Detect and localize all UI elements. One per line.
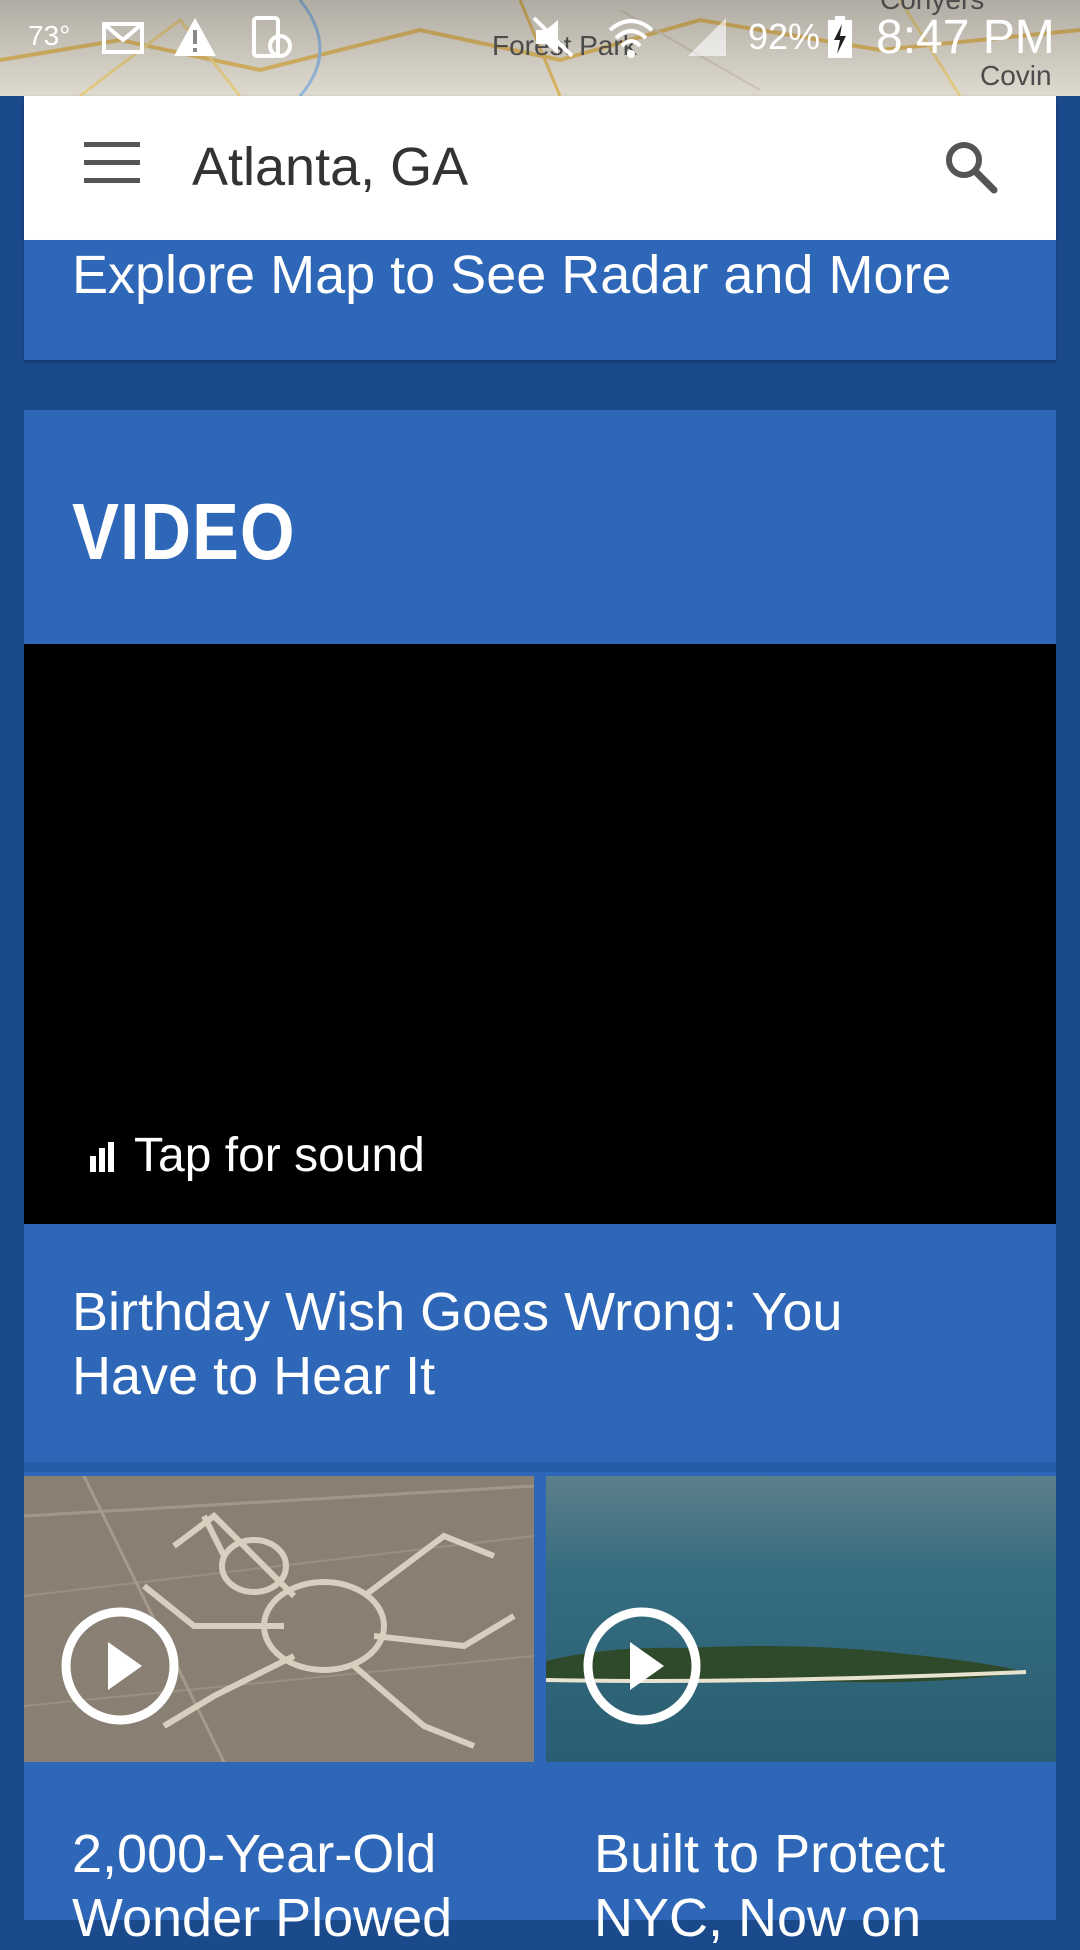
explore-map-card[interactable]: Explore Map to See Radar and More bbox=[24, 240, 1056, 360]
video-section-heading: VIDEO bbox=[72, 487, 296, 576]
mail-icon bbox=[102, 22, 144, 54]
battery-percent: 92% bbox=[748, 16, 821, 57]
warning-icon bbox=[174, 18, 216, 56]
explore-map-link[interactable]: Explore Map to See Radar and More bbox=[72, 244, 951, 306]
status-bar: Forest Park Covin Conyers 73° bbox=[0, 0, 1080, 96]
video-section: VIDEO Tap for sound Birthday Wish Goes W… bbox=[24, 410, 1056, 1948]
featured-video-player[interactable]: Tap for sound bbox=[24, 644, 1056, 1224]
signal-icon bbox=[688, 18, 726, 56]
menu-icon[interactable] bbox=[84, 142, 144, 192]
video-item-title[interactable]: 2,000-Year-Old Wonder Plowed bbox=[72, 1822, 512, 1950]
play-icon[interactable] bbox=[60, 1606, 180, 1726]
phone-sync-icon bbox=[252, 16, 292, 58]
clock: 8:47 PM bbox=[876, 11, 1055, 64]
video-thumbnail-nazca[interactable] bbox=[24, 1476, 534, 1762]
wifi-icon bbox=[608, 19, 654, 58]
location-search-bar[interactable]: Atlanta, GA bbox=[24, 96, 1056, 240]
video-item-title[interactable]: Built to Protect NYC, Now on bbox=[594, 1822, 1034, 1950]
status-items: 73° 92% 8:47 PM bbox=[0, 0, 1080, 80]
play-icon[interactable] bbox=[582, 1606, 702, 1726]
search-icon[interactable] bbox=[942, 138, 1000, 196]
mute-icon bbox=[532, 16, 574, 58]
featured-video-title[interactable]: Birthday Wish Goes Wrong: You Have to He… bbox=[72, 1280, 972, 1408]
temperature-indicator: 73° bbox=[28, 20, 71, 51]
video-thumbnail-island[interactable] bbox=[546, 1476, 1056, 1762]
tap-for-sound-label[interactable]: Tap for sound bbox=[134, 1128, 425, 1183]
location-label[interactable]: Atlanta, GA bbox=[192, 136, 468, 198]
sound-bars-icon bbox=[86, 1142, 116, 1172]
battery-charging-icon bbox=[828, 16, 852, 58]
section-divider bbox=[24, 1462, 1056, 1472]
